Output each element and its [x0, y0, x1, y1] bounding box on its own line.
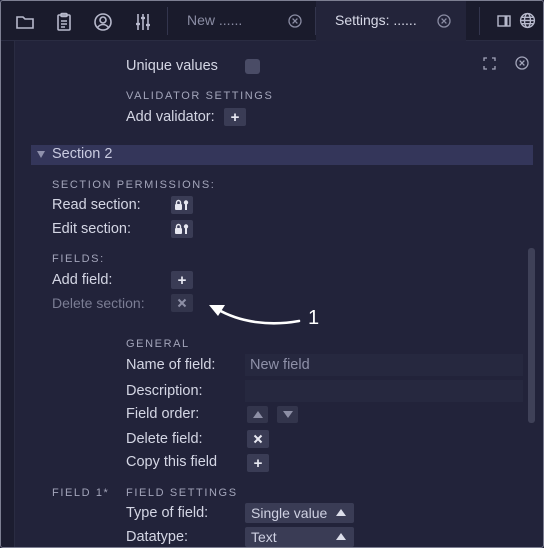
top-toolbar: New ...... Settings: ...... [1, 1, 543, 41]
add-field-button[interactable]: + [171, 271, 193, 289]
delete-field-button[interactable] [247, 430, 269, 448]
field-settings-heading: FIELD SETTINGS [126, 487, 238, 499]
section-permissions-heading: SECTION PERMISSIONS: [52, 179, 216, 191]
vertical-scrollbar[interactable] [528, 248, 535, 423]
read-section-label: Read section: [52, 197, 141, 213]
toolbar-divider-right [479, 7, 480, 35]
read-permission-lock-button[interactable] [171, 196, 193, 214]
datatype-value: Text [251, 529, 277, 545]
panel-toggle-icon[interactable] [496, 13, 512, 29]
name-of-field-label: Name of field: [126, 357, 216, 373]
description-label: Description: [126, 383, 203, 399]
general-heading: GENERAL [126, 338, 190, 350]
tab-new-label: New ...... [187, 12, 243, 28]
validator-settings-heading: VALIDATOR SETTINGS [126, 90, 274, 102]
tab-new-close-icon[interactable] [288, 14, 302, 28]
copy-field-button[interactable]: + [247, 454, 269, 472]
description-input[interactable] [245, 380, 523, 402]
tab-settings[interactable]: Settings: ...... [316, 1, 466, 41]
delete-section-label: Delete section: [52, 295, 145, 311]
tab-settings-close-icon[interactable] [437, 14, 451, 28]
edit-permission-lock-button[interactable] [171, 220, 193, 238]
annotation-number: 1 [308, 307, 320, 329]
datatype-select[interactable]: Text [245, 527, 354, 547]
edit-section-label: Edit section: [52, 221, 131, 237]
datatype-label: Datatype: [126, 529, 189, 545]
user-circle-icon[interactable] [93, 12, 113, 32]
add-validator-button[interactable]: + [224, 108, 246, 126]
unique-values-checkbox[interactable] [245, 59, 260, 74]
fields-heading: FIELDS: [52, 253, 105, 265]
left-gutter [1, 41, 15, 547]
section-2-title: Section 2 [52, 146, 113, 162]
type-of-field-value: Single value [251, 505, 328, 521]
dropdown-arrow-icon [336, 509, 346, 516]
type-of-field-label: Type of field: [126, 505, 209, 521]
folder-icon[interactable] [15, 12, 35, 32]
annotation-arrow [209, 305, 301, 325]
collapse-triangle-icon[interactable] [37, 151, 45, 158]
expand-icon[interactable] [483, 57, 496, 70]
order-up-button[interactable] [247, 406, 268, 423]
field-1-label: FIELD 1* [52, 487, 110, 499]
add-validator-label: Add validator: [126, 109, 215, 125]
globe-icon[interactable] [519, 12, 536, 29]
delete-section-button[interactable] [171, 294, 193, 312]
add-field-label: Add field: [52, 272, 113, 288]
type-of-field-select[interactable]: Single value [245, 503, 354, 523]
dropdown-arrow-icon [336, 533, 346, 540]
clipboard-icon[interactable] [54, 12, 74, 32]
tab-settings-label: Settings: ...... [335, 12, 417, 28]
delete-field-label: Delete field: [126, 431, 203, 447]
copy-field-label: Copy this field [126, 454, 218, 470]
unique-values-label: Unique values [126, 58, 218, 74]
app-window: New ...... Settings: ...... Unique value… [0, 0, 544, 548]
name-of-field-value: New field [250, 357, 310, 373]
toolbar-divider [167, 7, 168, 35]
section-2-header[interactable]: Section 2 [31, 145, 533, 165]
close-circle-icon[interactable] [515, 56, 529, 70]
tab-new[interactable]: New ...... [171, 1, 315, 41]
name-of-field-input[interactable]: New field [245, 354, 523, 376]
sliders-icon[interactable] [133, 12, 153, 32]
field-order-label: Field order: [126, 406, 200, 422]
order-down-button[interactable] [277, 406, 298, 423]
